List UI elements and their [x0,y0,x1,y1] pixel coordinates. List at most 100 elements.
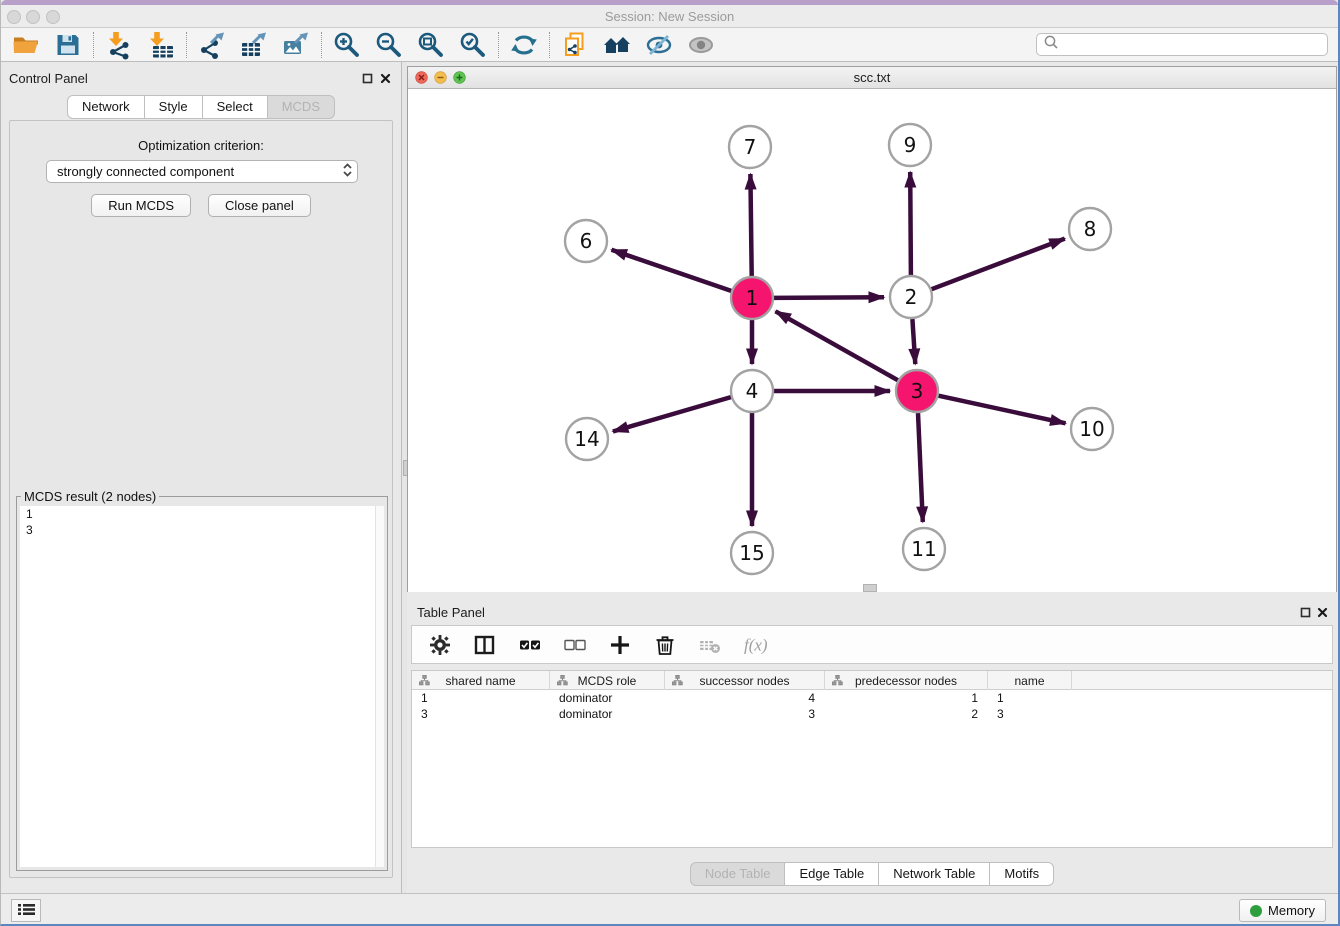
run-mcds-button[interactable]: Run MCDS [91,194,191,217]
table-tabs: Node TableEdge TableNetwork TableMotifs [407,862,1337,886]
result-scrollbar[interactable] [375,506,384,867]
graph-node-label-1: 1 [746,286,759,310]
add-row-icon[interactable] [606,631,634,659]
tab-style[interactable]: Style [145,95,203,119]
table-toolbar: f(x) [411,625,1333,664]
optimization-criterion-dropdown[interactable]: strongly connected component [46,160,358,183]
column-header-name[interactable]: name [988,671,1072,690]
memory-button[interactable]: Memory [1239,899,1326,922]
zoom-fit-icon[interactable] [415,30,447,60]
table-cell[interactable]: 3 [665,706,825,722]
mcds-result-legend: MCDS result (2 nodes) [21,489,159,504]
settings-gear-icon[interactable] [426,631,454,659]
dropdown-value: strongly connected component [57,164,234,179]
graph-edge-3-10[interactable] [939,396,1066,424]
network-title: scc.txt [408,70,1336,85]
graph-edge-3-11[interactable] [918,413,923,522]
table-cell[interactable]: 3 [412,706,550,722]
graph-node-label-11: 11 [911,537,936,561]
search-input[interactable] [1063,38,1321,52]
select-all-checkboxes-icon[interactable] [516,631,544,659]
optimization-criterion-label: Optimization criterion: [10,138,392,153]
chevron-updown-icon [342,162,353,181]
memory-label: Memory [1268,903,1315,918]
table-cell[interactable]: dominator [550,706,665,722]
float-table-panel-icon[interactable] [1300,605,1311,623]
hide-selected-icon[interactable] [643,30,675,60]
open-folder-icon[interactable] [10,30,42,60]
graph-node-label-3: 3 [911,379,924,403]
graph-edge-1-6[interactable] [612,250,732,291]
show-hidden-icon[interactable] [685,30,717,60]
tab-motifs[interactable]: Motifs [990,862,1054,886]
tab-select[interactable]: Select [203,95,268,119]
tab-edge-table[interactable]: Edge Table [785,862,879,886]
delete-row-icon[interactable] [651,631,679,659]
table-cell[interactable]: 1 [988,690,1072,706]
export-network-icon[interactable] [196,30,228,60]
graph-node-label-2: 2 [905,285,918,309]
graph-edge-2-9[interactable] [910,172,911,275]
column-layout-icon[interactable] [471,631,499,659]
close-table-panel-icon[interactable] [1317,605,1328,623]
table-cell[interactable]: 3 [988,706,1072,722]
network-window-titlebar[interactable]: scc.txt [408,67,1336,89]
float-panel-icon[interactable] [362,71,373,89]
table-cell[interactable]: dominator [550,690,665,706]
table-row[interactable]: 1dominator411 [412,690,1332,706]
status-bar: Memory [1,893,1338,926]
tab-node-table[interactable]: Node Table [690,862,786,886]
table-cell[interactable]: 4 [665,690,825,706]
import-table-icon[interactable] [145,30,177,60]
close-panel-icon[interactable] [380,71,391,89]
table-row[interactable]: 3dominator323 [412,706,1332,722]
column-header-predecessor-nodes[interactable]: predecessor nodes [825,671,988,690]
search-icon [1043,34,1059,55]
export-table-icon[interactable] [238,30,270,60]
mcds-result-list[interactable]: 13 [20,506,384,867]
graph-edge-1-7[interactable] [750,174,751,276]
tab-network-table[interactable]: Network Table [879,862,990,886]
mcds-panel: Optimization criterion: strongly connect… [9,120,393,878]
refresh-view-icon[interactable] [508,30,540,60]
workspace: scc.txt 1234678910111415 Table Panel f(x… [407,62,1337,893]
tab-mcds[interactable]: MCDS [268,95,335,119]
network-canvas[interactable]: 1234678910111415 [408,89,1336,592]
svg-text:f(x): f(x) [744,635,768,654]
horizontal-splitter-grip[interactable] [863,584,877,592]
graph-edge-2-8[interactable] [932,239,1065,290]
graph-edge-4-14[interactable] [613,397,731,431]
zoom-selected-icon[interactable] [457,30,489,60]
export-image-icon[interactable] [280,30,312,60]
table-cell[interactable]: 1 [825,690,988,706]
graph-node-label-14: 14 [574,427,599,451]
graph-node-label-7: 7 [744,135,757,159]
zoom-out-icon[interactable] [373,30,405,60]
column-header-shared-name[interactable]: shared name [412,671,550,690]
table-panel-header: Table Panel [407,596,1337,626]
graph-edge-2-3[interactable] [912,319,915,364]
column-header-successor-nodes[interactable]: successor nodes [665,671,825,690]
import-network-icon[interactable] [103,30,135,60]
clone-network-icon[interactable] [559,30,591,60]
task-history-button[interactable] [11,899,41,922]
graph-edge-1-2[interactable] [774,297,884,298]
show-all-networks-icon[interactable] [601,30,633,60]
mcds-result-node: 3 [20,522,384,538]
search-box[interactable] [1036,33,1328,56]
save-session-icon[interactable] [52,30,84,60]
zoom-in-icon[interactable] [331,30,363,60]
tab-network[interactable]: Network [67,95,145,119]
table-panel: Table Panel f(x) shared nameMCDS rolesuc… [407,596,1337,890]
control-panel-tabs: NetworkStyleSelectMCDS [1,95,401,119]
column-header-MCDS-role[interactable]: MCDS role [550,671,665,690]
table-cell[interactable]: 1 [412,690,550,706]
table-cell[interactable]: 2 [825,706,988,722]
deselect-checkboxes-icon[interactable] [561,631,589,659]
app-window: Session: New Session Control Panel Netwo… [0,0,1340,926]
graph-edge-3-1[interactable] [776,311,898,380]
table-header-row: shared nameMCDS rolesuccessor nodesprede… [412,671,1332,690]
control-panel-title: Control Panel [9,71,88,86]
graph-node-label-6: 6 [580,229,593,253]
close-panel-button[interactable]: Close panel [208,194,311,217]
